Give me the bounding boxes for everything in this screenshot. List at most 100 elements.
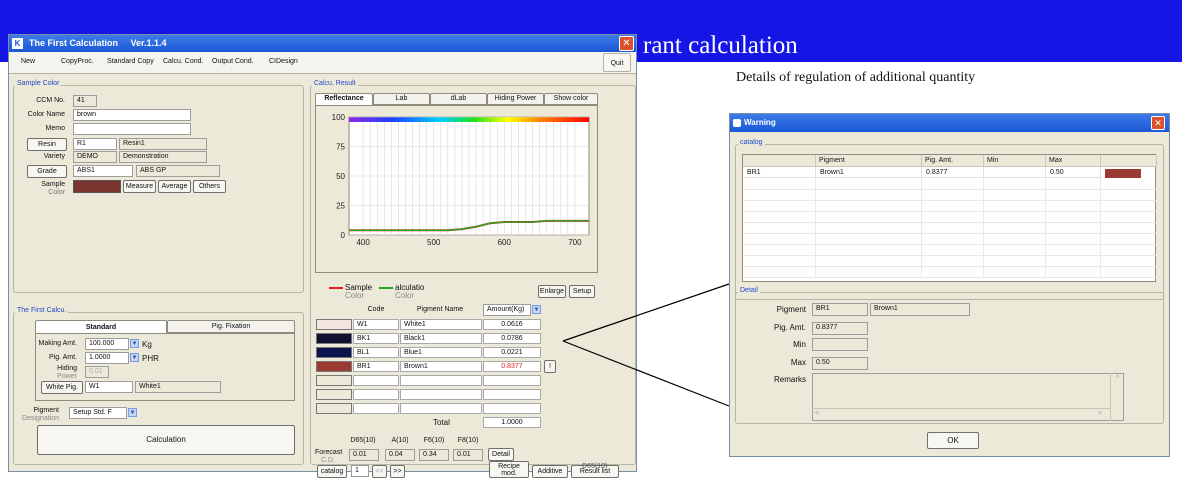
detail-min-value [812,338,868,351]
tab-pig-fixation[interactable]: Pig. Fixation [167,320,295,333]
tab-dlab[interactable]: dLab [430,93,487,105]
catalog-group-label: catalog [738,139,765,146]
remarks-scrollbar[interactable]: ^ [1110,373,1124,421]
first-calcu-label: The First Calcu. [15,307,69,314]
pigment-code: BR1 [353,361,399,372]
forecast-header-a: A(10) [391,437,409,444]
pigment-code: BL1 [353,347,399,358]
scroll-left-icon[interactable]: < [815,410,819,417]
pigment-amount: 0.0221 [483,347,541,358]
pigment-name: Black1 [400,333,482,344]
grid-column-line [921,178,922,278]
dialog-app-icon [733,119,741,127]
close-icon[interactable]: ✕ [619,36,634,51]
empty-cell [353,403,399,414]
menu-copyproc[interactable]: CopyProc. [61,58,94,65]
memo-input[interactable] [73,123,191,135]
recipe-mod-sublabel: mod. [501,470,517,477]
white-pig-code-input[interactable]: W1 [85,381,133,393]
pigment-amount: 0.8377 [483,361,541,372]
reflectance-chart: 0 25 50 75 100 400 500 600 700 [332,113,590,247]
app-logo-icon: K [12,38,23,49]
scroll-up-icon[interactable]: ^ [1111,375,1124,382]
tab-hiding-power[interactable]: Hiding Power [487,93,544,105]
tab-standard[interactable]: Standard [35,320,167,333]
measure-button[interactable]: Measure [123,180,156,193]
enlarge-button[interactable]: Enlarge [538,285,566,298]
row-pigment: Brown1 [816,167,922,178]
spectrum-bar [349,117,589,122]
grid-header-min: Min [984,155,1046,167]
menu-new[interactable]: New [21,58,35,65]
menu-cidesign[interactable]: CIDesign [269,58,298,65]
tab-lab[interactable]: Lab [373,93,430,105]
detail-pig-amt-value: 0.8377 [812,322,868,335]
forecast-header-f8: F8(10) [457,437,479,444]
white-pig-button[interactable]: White Pig. [41,381,83,394]
detail-max-label: Max [790,358,806,367]
amount-unit-dropdown-icon[interactable]: ▼ [532,305,541,314]
menu-output-cond[interactable]: Output Cond. [212,58,254,65]
warning-detail-button[interactable]: ! [544,360,556,373]
pigment-swatch [316,347,352,358]
page-field[interactable]: 1 [351,465,369,477]
menu-standard-copy[interactable]: Standard Copy [107,58,154,65]
pig-amt-dropdown-icon[interactable]: ▼ [130,353,139,362]
pig-amt-input[interactable]: 1.0000 [85,352,129,364]
menu-calcu-cond[interactable]: Calcu. Cond. [163,58,203,65]
y-tick-label: 100 [332,113,346,122]
variety-label: Variety [43,153,65,160]
pigment-swatch [316,319,352,330]
row-max: 0.50 [1046,167,1101,178]
grid-header-max: Max [1046,155,1101,167]
color-name-input[interactable]: brown [73,109,191,121]
quit-button[interactable]: Quit [603,53,631,72]
making-amt-dropdown-icon[interactable]: ▼ [130,339,139,348]
empty-cell [400,375,482,386]
grid-column-line [1100,178,1101,278]
variety-name-field: Demonstration [119,151,207,163]
pigment-designation-dropdown-icon[interactable]: ▼ [128,408,137,417]
others-button[interactable]: Others [193,180,226,193]
dialog-title: Warning [744,118,776,127]
detail-max-value: 0.50 [812,357,868,370]
col-code-header: Code [367,306,385,313]
sample-color-swatch [73,180,121,193]
making-amt-input[interactable]: 100.000 [85,338,129,350]
tab-reflectance[interactable]: Reflectance [315,93,373,105]
pigment-designation-label: Pigment [33,407,59,414]
y-tick-label: 50 [336,172,345,181]
pigment-name: Brown1 [400,361,482,372]
tab-show-color[interactable]: Show color [544,93,598,105]
ok-button[interactable]: OK [927,432,979,449]
pigment-name: White1 [400,319,482,330]
detail-button[interactable]: Detail [488,448,514,461]
hiding-power-field: 0.01 [85,366,109,378]
grid-column-line [815,178,816,278]
status-divider [9,463,636,464]
y-tick-label: 75 [336,143,345,152]
ccm-no-field: 41 [73,95,97,107]
grade-code-input[interactable]: ABS1 [73,165,133,177]
color-name-label: Color Name [27,111,65,118]
empty-cell [400,389,482,400]
grid-empty-row [743,266,1157,278]
x-tick-label: 600 [498,238,512,247]
setup-button[interactable]: Setup [569,285,595,298]
grade-button[interactable]: Grade [27,165,67,178]
resin-button[interactable]: Resin [27,138,67,151]
pigment-designation-select[interactable]: Setup Std. F [69,407,127,419]
detail-note: Details of regulation of additional quan… [736,70,976,85]
pigment-amount: 0.0616 [483,319,541,330]
sample-color-sublabel: Color [48,189,65,196]
dialog-close-icon[interactable]: ✕ [1151,116,1165,130]
pig-amt-unit: PHR [142,354,159,363]
average-button[interactable]: Average [158,180,191,193]
remarks-h-scrollbar[interactable]: < > [812,408,1110,421]
row-color-swatch [1105,169,1141,178]
amount-unit-select[interactable]: Amount(Kg) [483,304,531,316]
detail-pig-amt-label: Pig. Amt. [773,323,806,332]
scroll-right-icon[interactable]: > [1098,410,1102,417]
calculation-button[interactable]: Calculation [37,425,295,455]
resin-code-input[interactable]: R1 [73,138,117,150]
